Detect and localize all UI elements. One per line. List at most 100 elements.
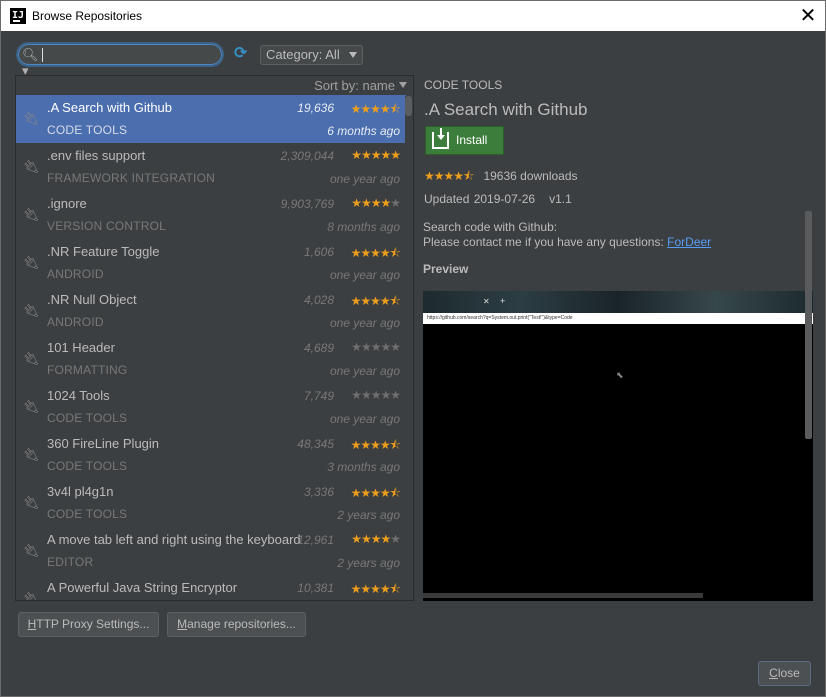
plugin-date: one year ago [329, 412, 400, 426]
plugin-downloads: 3,336 [303, 485, 334, 499]
plugin-category: CODE TOOLS [47, 123, 128, 137]
chevron-down-icon [348, 52, 357, 58]
plugin-rating-stars: ★★★★⯪ [350, 246, 401, 260]
preview-cursor-icon: ⬉ [616, 370, 624, 380]
list-scrollbar-thumb[interactable] [405, 96, 412, 116]
search-input[interactable]: 🔍︎▾ [16, 42, 224, 78]
plugin-date: one year ago [329, 268, 400, 282]
plugin-name: .env files support [47, 148, 146, 163]
list-item[interactable]: 🔌︎ A move tab left and right using the ke… [16, 527, 406, 575]
plugin-downloads: 7,749 [303, 389, 334, 403]
description-line-2: Please contact me if you have any questi… [423, 235, 711, 250]
plugin-downloads: 9,903,769 [280, 197, 334, 211]
plugin-category: ANDROID [47, 315, 104, 329]
description-text: Please contact me if you have any questi… [423, 235, 664, 249]
search-icon[interactable]: 🔍︎▾ [22, 47, 39, 78]
refresh-icon[interactable]: ⟳ [234, 46, 250, 62]
plugin-downloads: 12,961 [297, 533, 334, 547]
plugin-list-panel: Sort by: name 🔌︎ .A Search with Github COD… [15, 75, 414, 601]
list-item[interactable]: 🔌︎ 1024 Tools CODE TOOLS 7,749 ★★★★★ one year… [16, 383, 406, 431]
list-item[interactable]: 🔌︎ .NR Null Object ANDROID 4,028 ★★★★⯪ one ye… [16, 287, 406, 335]
list-item[interactable]: 🔌︎ .env files support FRAMEWORK INTEGRATIO… [16, 143, 406, 191]
install-button[interactable]: Install [425, 126, 504, 155]
plugin-rating-stars: ★★★★⯪ [350, 486, 401, 500]
plugin-rating-stars: ★★★★★ [351, 148, 401, 162]
list-item[interactable]: 🔌︎ A Powerful Java String Encryptor 10,381… [16, 575, 406, 601]
detail-version: v1.1 [549, 192, 572, 206]
manage-repositories-button[interactable]: Manage repositories... [167, 612, 306, 637]
plugin-rating-stars: ★★★★★ [351, 340, 401, 354]
sort-bar: Sort by: name [16, 76, 413, 95]
list-item[interactable]: 🔌︎ .ignore VERSION CONTROL 9,903,769 ★★★★★ 8 … [16, 191, 406, 239]
plugin-rating-stars: ★★★★★ [351, 196, 401, 210]
detail-rating-stars: ★★★★⯪ [424, 169, 474, 183]
list-item[interactable]: 🔌︎ .NR Feature Toggle ANDROID 1,606 ★★★★⯪ one… [16, 239, 406, 287]
plugin-detail-panel: CODE TOOLS .A Search with Github Install… [414, 75, 814, 601]
plugin-category: CODE TOOLS [47, 507, 128, 521]
plugin-rating-stars: ★★★★⯪ [350, 102, 401, 116]
list-item[interactable]: 🔌︎ 3v4l pl4g1n CODE TOOLS 3,336 ★★★★⯪ 2 years… [16, 479, 406, 527]
detail-plugin-name: .A Search with Github [424, 100, 588, 119]
sort-by-label: Sort by: name [314, 78, 395, 93]
close-icon[interactable]: ✕ [799, 5, 817, 25]
plugin-icon: 🔌︎ [23, 351, 40, 366]
plugin-date: 6 months ago [327, 124, 400, 138]
plugin-name: A move tab left and right using the keyb… [47, 532, 301, 547]
download-icon [432, 128, 449, 149]
plugin-rating-stars: ★★★★⯪ [350, 294, 401, 308]
plugin-icon: 🔌︎ [23, 255, 40, 270]
plugin-icon: 🔌︎ [23, 111, 40, 126]
plugin-icon: 🔌︎ [23, 591, 40, 601]
detail-updated-date: Updated 2019-07-26 [424, 192, 536, 206]
plugin-downloads: 1,606 [303, 245, 334, 259]
close-label: lose [777, 666, 800, 680]
plugin-name: 101 Header [47, 340, 115, 355]
detail-downloads: 19636 downloads [483, 169, 578, 183]
list-item[interactable]: 🔌︎ 101 Header FORMATTING 4,689 ★★★★★ one year… [16, 335, 406, 383]
plugin-icon: 🔌︎ [23, 399, 40, 414]
list-scrollbar[interactable] [405, 96, 412, 600]
plugin-name: .ignore [47, 196, 87, 211]
close-mnemonic: C [769, 666, 778, 680]
plugin-category: CODE TOOLS [47, 411, 128, 425]
preview-scrollbar [423, 593, 703, 598]
list-item[interactable]: 🔌︎ .A Search with Github CODE TOOLS 19,636 ★… [16, 95, 406, 143]
plugin-category: FORMATTING [47, 363, 128, 377]
plugin-name: .A Search with Github [47, 100, 173, 115]
plugin-category: FRAMEWORK INTEGRATION [47, 171, 215, 185]
proxy-mnemonic: H [27, 617, 37, 631]
window-title: Browse Repositories [32, 9, 143, 23]
plugin-name: 1024 Tools [47, 388, 110, 403]
author-link[interactable]: ForDeer [667, 235, 711, 249]
preview-browser-tabs: ✕ + [423, 291, 813, 313]
detail-updated: Updated 2019-07-26 v1.1 [424, 192, 572, 206]
detail-rating: ★★★★⯪ 19636 downloads [424, 167, 578, 188]
repos-label: anage repositories... [187, 617, 296, 631]
plugin-name: 360 FireLine Plugin [47, 436, 160, 451]
sort-by-dropdown[interactable]: Sort by: name [314, 78, 407, 93]
category-dropdown[interactable]: Category: All [260, 45, 363, 65]
plugin-name: .NR Feature Toggle [47, 244, 160, 259]
plugin-downloads: 2,309,044 [280, 149, 334, 163]
plugin-date: 8 months ago [327, 220, 400, 234]
list-item[interactable]: 🔌︎ 360 FireLine Plugin CODE TOOLS 48,345 ★★★… [16, 431, 406, 479]
plugin-icon: 🔌︎ [23, 495, 40, 510]
title-bar: IJ Browse Repositories ✕ [1, 1, 825, 31]
detail-description: Search code with Github: Please contact … [423, 220, 711, 250]
plugin-downloads: 4,689 [303, 341, 334, 355]
plugin-name: A Powerful Java String Encryptor [47, 580, 238, 595]
plugin-category: EDITOR [47, 555, 94, 569]
detail-scrollbar[interactable] [805, 211, 812, 439]
plugin-downloads: 19,636 [297, 101, 334, 115]
repos-mnemonic: M [177, 617, 188, 631]
preview-heading: Preview [423, 262, 469, 276]
preview-tab-plus-icon: + [500, 296, 506, 306]
chevron-down-icon [399, 82, 407, 88]
plugin-rating-stars: ★★★★★ [351, 532, 401, 546]
close-button[interactable]: Close [758, 661, 811, 686]
plugin-downloads: 4,028 [303, 293, 334, 307]
http-proxy-settings-button[interactable]: HTTP Proxy Settings... [18, 612, 159, 637]
category-dropdown-label: Category: All [266, 47, 340, 62]
preview-screenshot: ✕ + https://github.com/search?q=System.ou… [423, 291, 813, 601]
plugin-rating-stars: ★★★★⯪ [350, 582, 401, 596]
